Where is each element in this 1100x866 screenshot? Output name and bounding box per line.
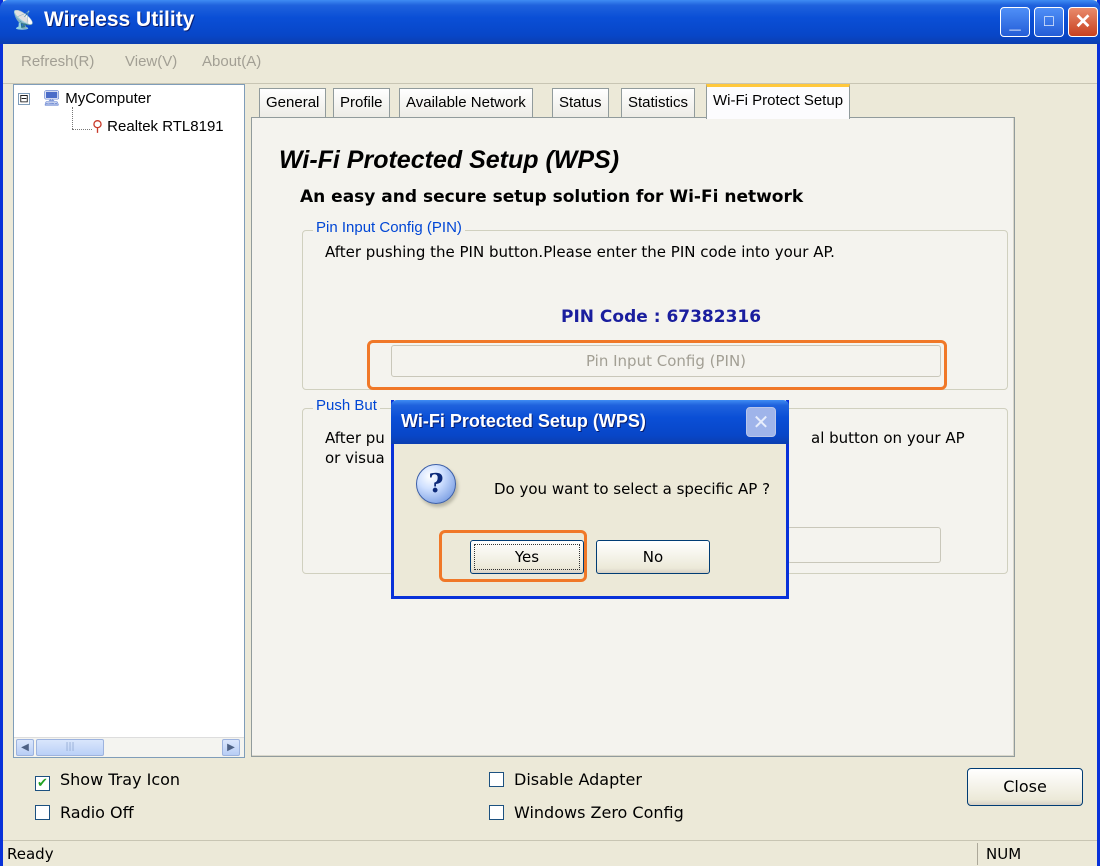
checkbox-icon [489,772,504,787]
tab-status[interactable]: Status [552,88,609,118]
disable-adapter-label: Disable Adapter [514,770,642,789]
close-button[interactable]: Close [967,768,1083,806]
disable-adapter-checkbox[interactable]: Disable Adapter [489,770,642,789]
device-tree[interactable]: ⊟ 🖥 MyComputer ⚲ Realtek RTL8191 ◀ ||| ▶ [13,84,245,758]
push-instructions-left-2: or visua [325,449,385,467]
title-bar[interactable]: 📡 Wireless Utility _ □ ✕ [0,0,1100,44]
windows-zero-config-checkbox[interactable]: Windows Zero Config [489,803,684,822]
radio-off-label: Radio Off [60,803,134,822]
pin-button-highlight [367,340,947,390]
pin-instructions: After pushing the PIN button.Please ente… [325,243,835,261]
close-window-button[interactable]: ✕ [1068,7,1098,37]
scroll-thumb[interactable]: ||| [36,739,104,756]
push-button-config-button[interactable] [787,527,941,563]
pin-group-legend: Pin Input Config (PIN) [313,219,465,236]
no-button[interactable]: No [596,540,710,574]
show-tray-icon-checkbox[interactable]: ✔ Show Tray Icon [35,770,180,791]
radio-off-checkbox[interactable]: Radio Off [35,803,134,822]
maximize-button[interactable]: □ [1034,7,1064,37]
dialog-message: Do you want to select a specific AP ? [494,480,771,498]
num-lock-indicator: NUM [977,843,1037,865]
menu-bar: Refresh(R) View(V) About(A) [3,44,1097,84]
checkbox-icon [35,805,50,820]
tree-item-adapter-label: Realtek RTL8191 [107,118,224,135]
push-instructions-left: After pu [325,429,385,447]
menu-about[interactable]: About(A) [202,53,261,70]
wireless-adapter-icon: ⚲ [92,118,103,135]
tab-wifi-protect-setup[interactable]: Wi-Fi Protect Setup [706,84,851,119]
minimize-button[interactable]: _ [1000,7,1030,37]
pin-code-label: PIN Code : [561,307,661,327]
page-subtitle: An easy and secure setup solution for Wi… [300,187,804,207]
checkbox-icon [489,805,504,820]
question-icon: ? [416,464,456,504]
dialog-title-bar[interactable]: Wi-Fi Protected Setup (WPS) ✕ [391,400,789,444]
tab-general[interactable]: General [259,88,327,118]
show-tray-icon-label: Show Tray Icon [60,770,181,789]
computer-icon: 🖥 [42,90,62,107]
pin-code-display: PIN Code : 67382316 [561,307,761,327]
scroll-left-icon[interactable]: ◀ [16,739,34,756]
tree-item-mycomputer-label: MyComputer [65,90,152,107]
tree-item-mycomputer[interactable]: 🖥 MyComputer [42,89,151,107]
tab-available-network[interactable]: Available Network [399,88,533,118]
dialog-close-icon[interactable]: ✕ [746,407,776,437]
status-bar: Ready NUM [3,840,1097,866]
tree-horizontal-scrollbar[interactable]: ◀ ||| ▶ [14,737,244,757]
pin-code-value: 67382316 [666,307,762,327]
dialog-title: Wi-Fi Protected Setup (WPS) [401,411,646,431]
wireless-app-icon: 📡 [12,10,35,31]
menu-view[interactable]: View(V) [125,53,177,70]
app-title: Wireless Utility [44,8,195,31]
menu-refresh[interactable]: Refresh(R) [21,53,94,70]
tree-item-adapter[interactable]: ⚲ Realtek RTL8191 [92,117,224,135]
yes-button-highlight [439,530,587,582]
tree-connector [72,129,92,130]
main-window: 📡 Wireless Utility _ □ ✕ Refresh(R) View… [0,0,1100,866]
status-text: Ready [7,845,54,863]
push-group-legend: Push But [313,397,380,414]
checkmark-icon: ✔ [35,776,50,791]
scroll-right-icon[interactable]: ▶ [222,739,240,756]
tab-statistics[interactable]: Statistics [621,88,696,118]
collapse-icon[interactable]: ⊟ [18,93,30,105]
tab-profile[interactable]: Profile [333,88,390,118]
page-title: Wi-Fi Protected Setup (WPS) [279,146,620,174]
push-instructions-right: al button on your AP [811,429,965,447]
tree-connector [72,107,73,129]
windows-zero-config-label: Windows Zero Config [514,803,684,822]
